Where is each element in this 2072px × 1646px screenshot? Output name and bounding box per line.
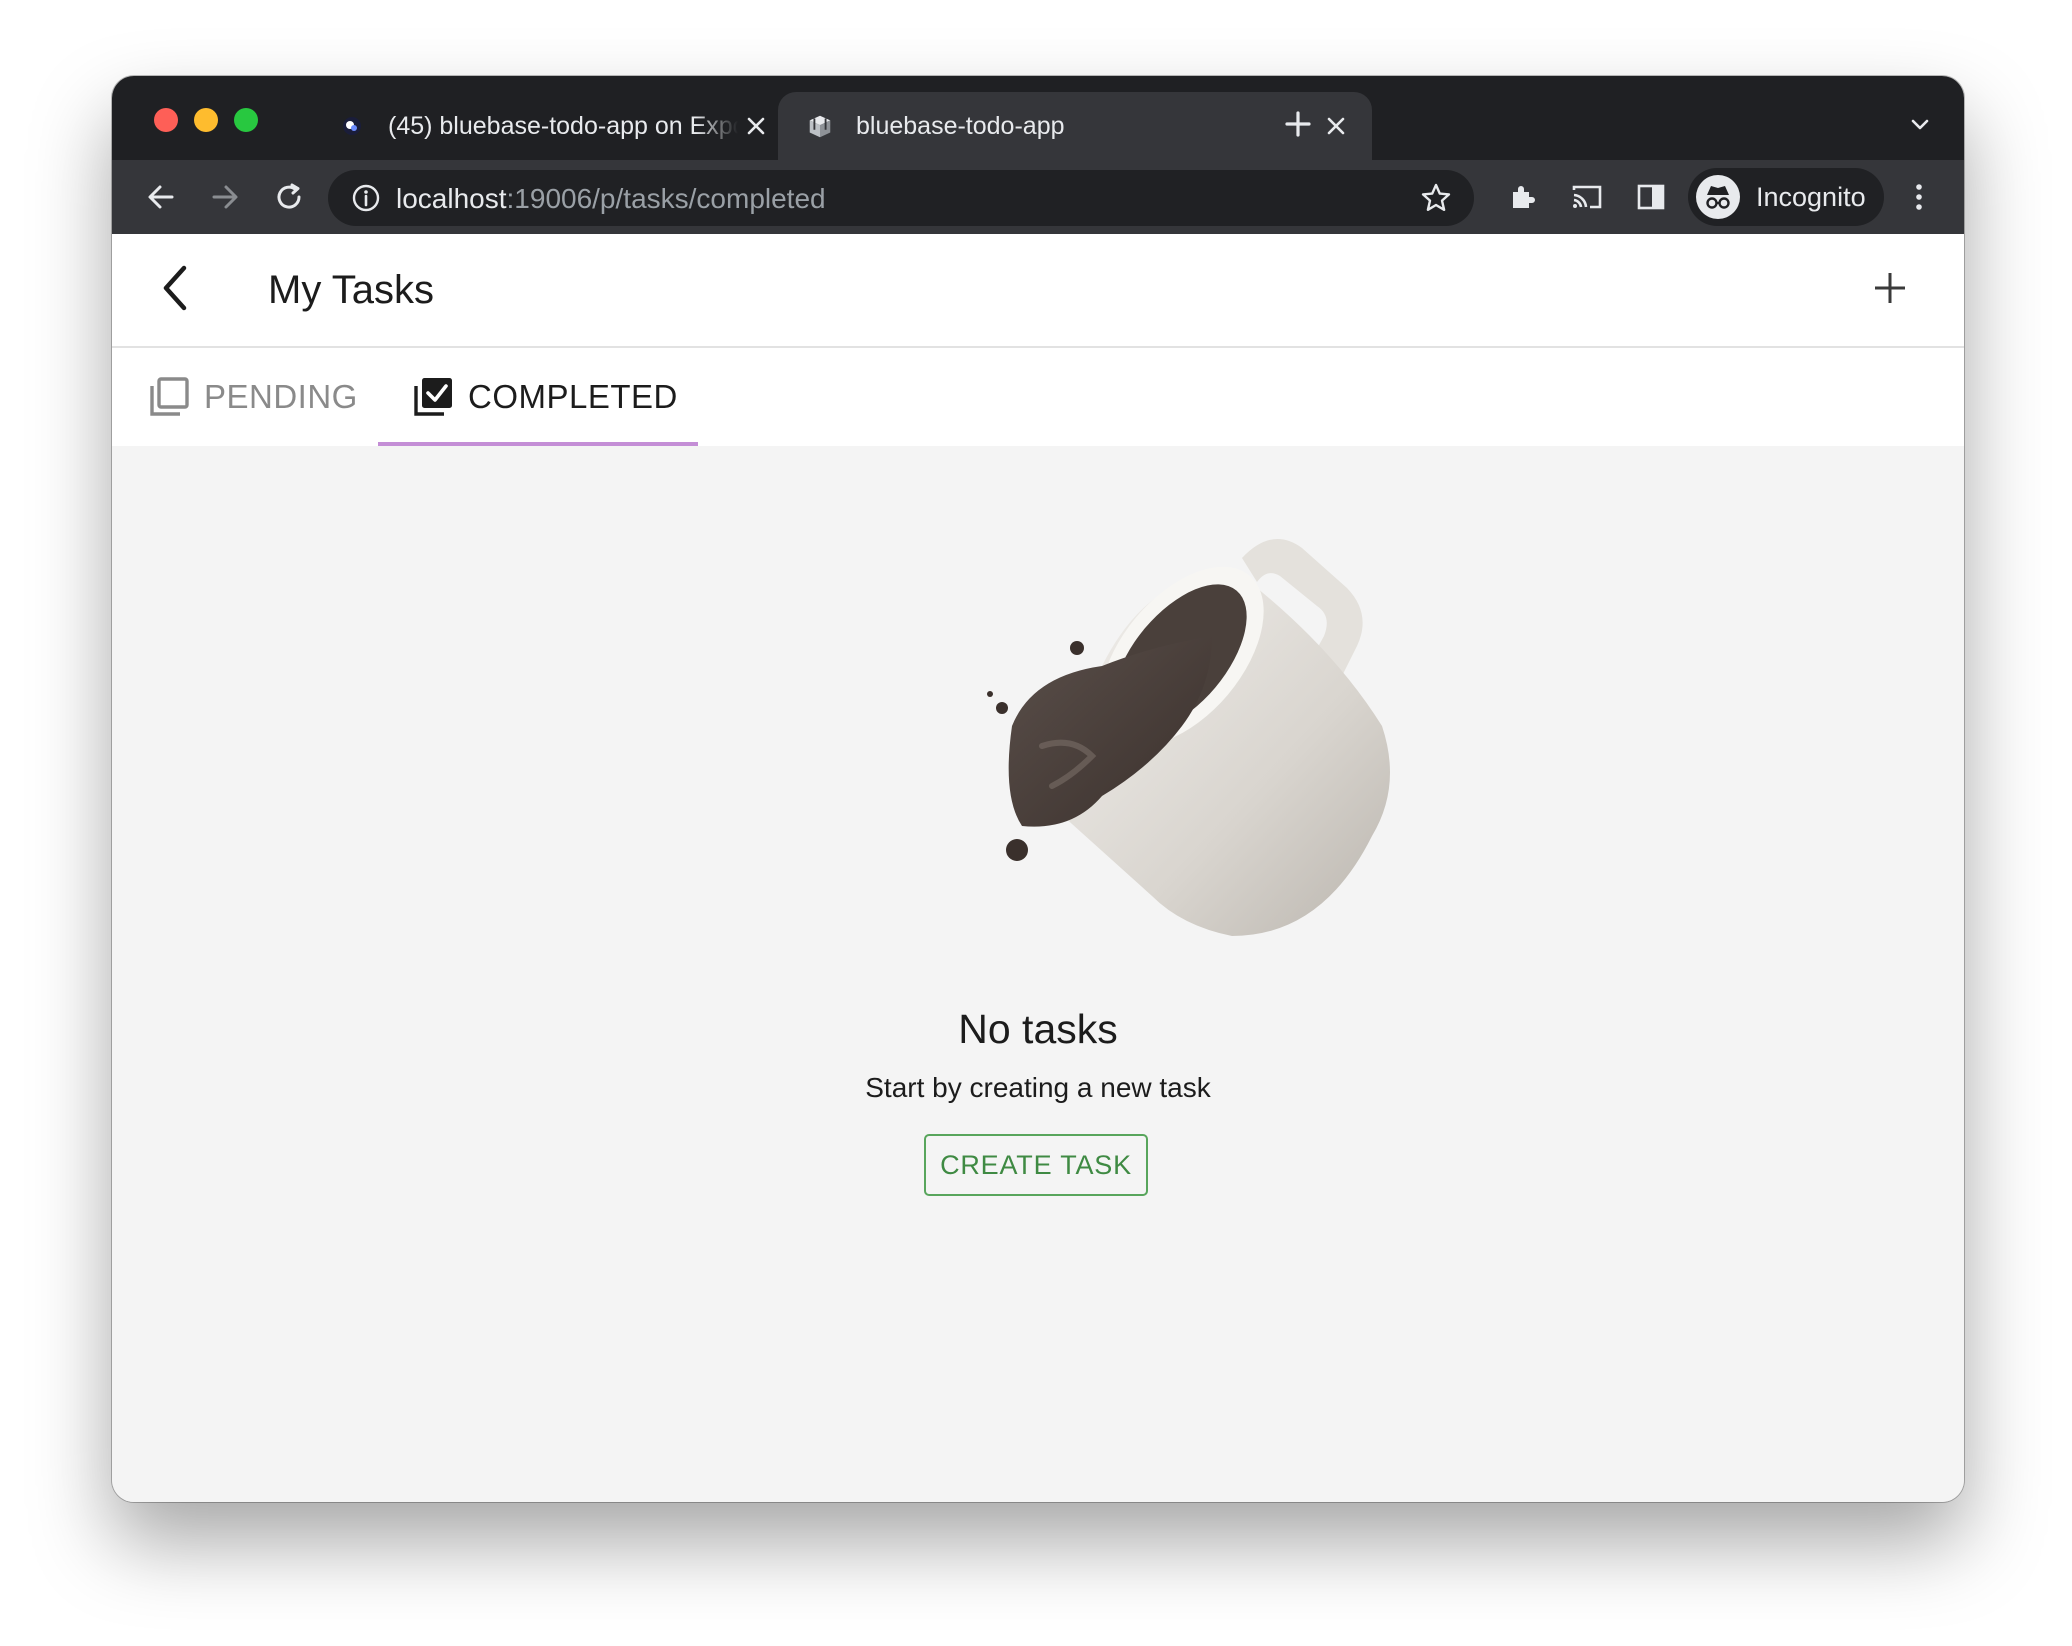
bluebase-icon bbox=[806, 112, 834, 140]
close-icon[interactable] bbox=[1318, 108, 1354, 144]
minimize-window-button[interactable] bbox=[194, 108, 218, 132]
tab-label: COMPLETED bbox=[468, 378, 678, 415]
app-header: My Tasks bbox=[112, 234, 1964, 348]
browser-window: (45) bluebase-todo-app on Expo bluebase-… bbox=[112, 76, 1964, 1502]
url-host: localhost bbox=[396, 183, 507, 214]
tab-pending[interactable]: PENDING bbox=[138, 348, 366, 446]
bookmark-star-icon[interactable] bbox=[1416, 178, 1456, 218]
expo-icon bbox=[338, 112, 366, 140]
extensions-button[interactable] bbox=[1500, 174, 1546, 220]
incognito-icon bbox=[1696, 175, 1740, 219]
profile-chip[interactable]: Incognito bbox=[1688, 168, 1884, 226]
cast-icon bbox=[1572, 185, 1602, 209]
browser-menu-button[interactable] bbox=[1896, 174, 1942, 220]
plus-icon bbox=[1285, 111, 1311, 137]
forward-button[interactable] bbox=[202, 174, 248, 220]
arrow-right-icon bbox=[212, 185, 238, 209]
tab-title: bluebase-todo-app bbox=[856, 111, 1065, 140]
arrow-left-icon bbox=[148, 185, 174, 209]
spilling-coffee-mug-illustration bbox=[987, 539, 1390, 936]
add-task-button[interactable] bbox=[1866, 264, 1914, 312]
side-panel-button[interactable] bbox=[1628, 174, 1674, 220]
info-icon[interactable] bbox=[348, 180, 384, 216]
zoom-window-button[interactable] bbox=[234, 108, 258, 132]
tab-completed[interactable]: COMPLETED bbox=[378, 348, 698, 446]
reload-icon bbox=[277, 183, 301, 209]
empty-state-title: No tasks bbox=[958, 1006, 1118, 1052]
chevron-left-icon bbox=[163, 265, 187, 311]
puzzle-icon bbox=[1513, 186, 1535, 208]
tab-title: (45) bluebase-todo-app on Expo bbox=[388, 111, 738, 140]
address-bar[interactable]: localhost:19006/p/tasks/completed bbox=[328, 170, 1474, 226]
url-path: :19006/p/tasks/completed bbox=[506, 183, 826, 214]
close-window-button[interactable] bbox=[154, 108, 178, 132]
tab-label: PENDING bbox=[204, 378, 358, 415]
reload-button[interactable] bbox=[266, 174, 312, 220]
empty-state: No tasks Start by creating a new task CR… bbox=[112, 446, 1964, 1502]
tab-strip: (45) bluebase-todo-app on Expo bluebase-… bbox=[112, 76, 1964, 160]
new-tab-button[interactable] bbox=[1276, 102, 1320, 146]
chevron-down-icon bbox=[1911, 119, 1929, 130]
empty-state-description: Start by creating a new task bbox=[865, 1072, 1211, 1103]
back-button[interactable] bbox=[138, 174, 184, 220]
tab-search-button[interactable] bbox=[1900, 104, 1940, 144]
checkbox-multiple-marked-icon bbox=[412, 376, 454, 418]
page-title: My Tasks bbox=[268, 268, 434, 312]
profile-label: Incognito bbox=[1756, 181, 1866, 212]
create-task-button[interactable]: CREATE TASK bbox=[924, 1134, 1148, 1196]
url-text: localhost:19006/p/tasks/completed bbox=[396, 183, 826, 215]
app-back-button[interactable] bbox=[148, 260, 204, 316]
checkbox-multiple-blank-icon bbox=[148, 376, 190, 418]
side-panel-icon bbox=[1637, 184, 1665, 210]
close-icon[interactable] bbox=[738, 108, 774, 144]
cast-button[interactable] bbox=[1564, 174, 1610, 220]
more-vertical-icon bbox=[1916, 184, 1922, 210]
task-tabs: PENDING COMPLETED bbox=[112, 348, 1964, 446]
browser-toolbar: localhost:19006/p/tasks/completed Incogn… bbox=[112, 160, 1964, 234]
plus-icon bbox=[1875, 273, 1905, 303]
